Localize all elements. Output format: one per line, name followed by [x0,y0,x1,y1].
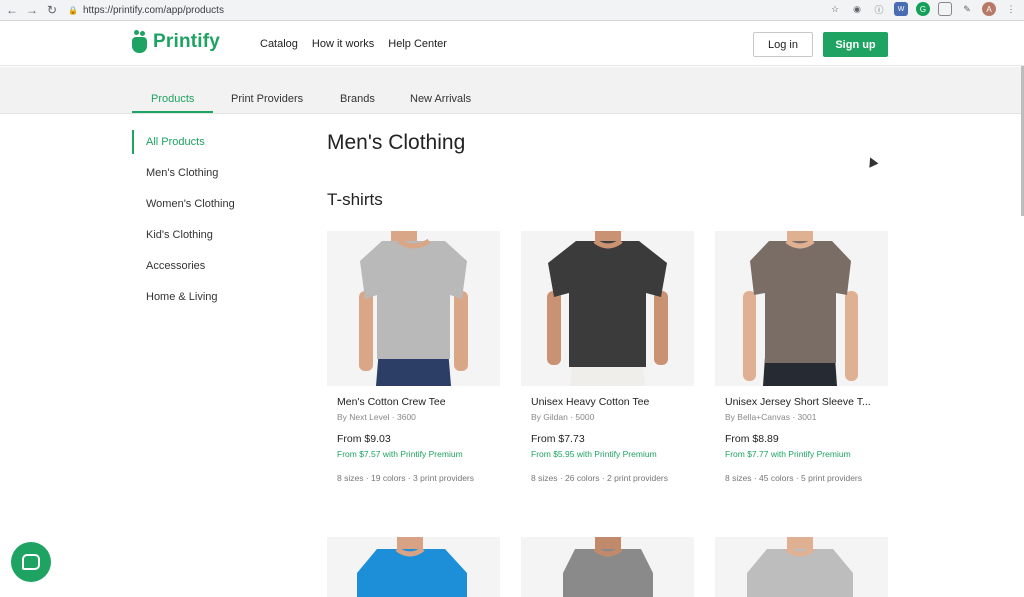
camera-icon[interactable]: ◉ [850,2,864,16]
signup-button[interactable]: Sign up [823,32,888,57]
pen-icon[interactable]: ✎ [960,2,974,16]
profile-avatar[interactable]: A [982,2,996,16]
product-meta: 8 sizes · 19 colors · 3 print providers [337,473,474,483]
top-nav: Catalog How it works Help Center [260,38,447,50]
product-meta: 8 sizes · 26 colors · 2 print providers [531,473,668,483]
cast-icon[interactable] [938,2,952,16]
grammarly-icon[interactable]: G [916,2,930,16]
page-title: Men's Clothing [327,131,466,154]
premium-price: From $7.57 with Printify Premium [337,449,463,459]
product-price: From $9.03 [337,433,391,445]
product-card[interactable]: Men's Cotton Crew Tee By Next Level · 36… [327,231,500,483]
menu-icon[interactable]: ⋮ [1004,2,1018,16]
tee-model-figure [359,231,468,386]
extension-icon[interactable]: W [894,2,908,16]
back-icon[interactable]: ← [4,2,20,18]
logo-text: Printify [153,31,221,52]
mouse-cursor [865,155,879,168]
product-name[interactable]: Unisex Jersey Short Sleeve T... [725,396,878,408]
product-image [521,231,694,386]
star-icon[interactable]: ☆ [828,2,842,16]
logo[interactable]: Printify [132,30,220,54]
lock-icon: 🔒 [68,5,78,15]
product-card[interactable]: Unisex Heavy Cotton Tee By Gildan · 5000… [521,231,694,483]
sidebar-item-kids-clothing[interactable]: Kid's Clothing [146,229,213,241]
premium-price: From $5.95 with Printify Premium [531,449,657,459]
product-image [327,231,500,386]
sidebar-item-womens-clothing[interactable]: Women's Clothing [146,198,235,210]
premium-price: From $7.77 with Printify Premium [725,449,851,459]
sidebar-item-all-products[interactable]: All Products [146,136,205,148]
nav-catalog[interactable]: Catalog [260,38,298,50]
product-card[interactable] [521,537,694,597]
tee-model-figure [563,537,653,597]
product-brand: By Bella+Canvas · 3001 [725,412,817,422]
tab-products[interactable]: Products [151,93,194,105]
site-header: Printify Catalog How it works Help Cente… [0,22,1024,66]
reload-icon[interactable]: ↻ [44,2,60,18]
product-name[interactable]: Unisex Heavy Cotton Tee [531,396,684,408]
nav-help-center[interactable]: Help Center [388,38,447,50]
tee-model-figure [747,537,853,597]
tab-new-arrivals[interactable]: New Arrivals [410,93,471,105]
sidebar-item-home-living[interactable]: Home & Living [146,291,218,303]
tabs-bar: Products Print Providers Brands New Arri… [0,67,1024,114]
section-title: T-shirts [327,190,383,209]
forward-icon[interactable]: → [24,2,40,18]
tee-model-figure [357,537,467,597]
chat-icon [22,554,40,570]
active-tab-indicator [132,111,213,113]
tee-model-figure [547,231,668,386]
product-card[interactable]: Unisex Jersey Short Sleeve T... By Bella… [715,231,888,483]
tab-brands[interactable]: Brands [340,93,375,105]
product-price: From $8.89 [725,433,779,445]
product-image [715,231,888,386]
url-text: https://printify.com/app/products [82,4,224,16]
product-price: From $7.73 [531,433,585,445]
chat-launcher-button[interactable] [11,542,51,582]
browser-toolbar: ← → ↻ 🔒 https://printify.com/app/product… [0,0,1024,21]
info-icon[interactable]: ⓘ [872,2,886,16]
tab-print-providers[interactable]: Print Providers [231,93,303,105]
login-button[interactable]: Log in [753,32,813,57]
product-meta: 8 sizes · 45 colors · 5 print providers [725,473,862,483]
product-card[interactable] [327,537,500,597]
address-bar[interactable]: 🔒 https://printify.com/app/products [68,5,224,16]
product-brand: By Next Level · 3600 [337,412,416,422]
active-category-indicator [132,130,134,154]
nav-how-it-works[interactable]: How it works [312,38,374,50]
sidebar-item-mens-clothing[interactable]: Men's Clothing [146,167,218,179]
tee-model-figure [743,231,858,386]
sidebar-item-accessories[interactable]: Accessories [146,260,205,272]
product-card[interactable] [715,537,888,597]
logo-icon [132,30,148,54]
product-brand: By Gildan · 5000 [531,412,595,422]
product-name[interactable]: Men's Cotton Crew Tee [337,396,490,408]
